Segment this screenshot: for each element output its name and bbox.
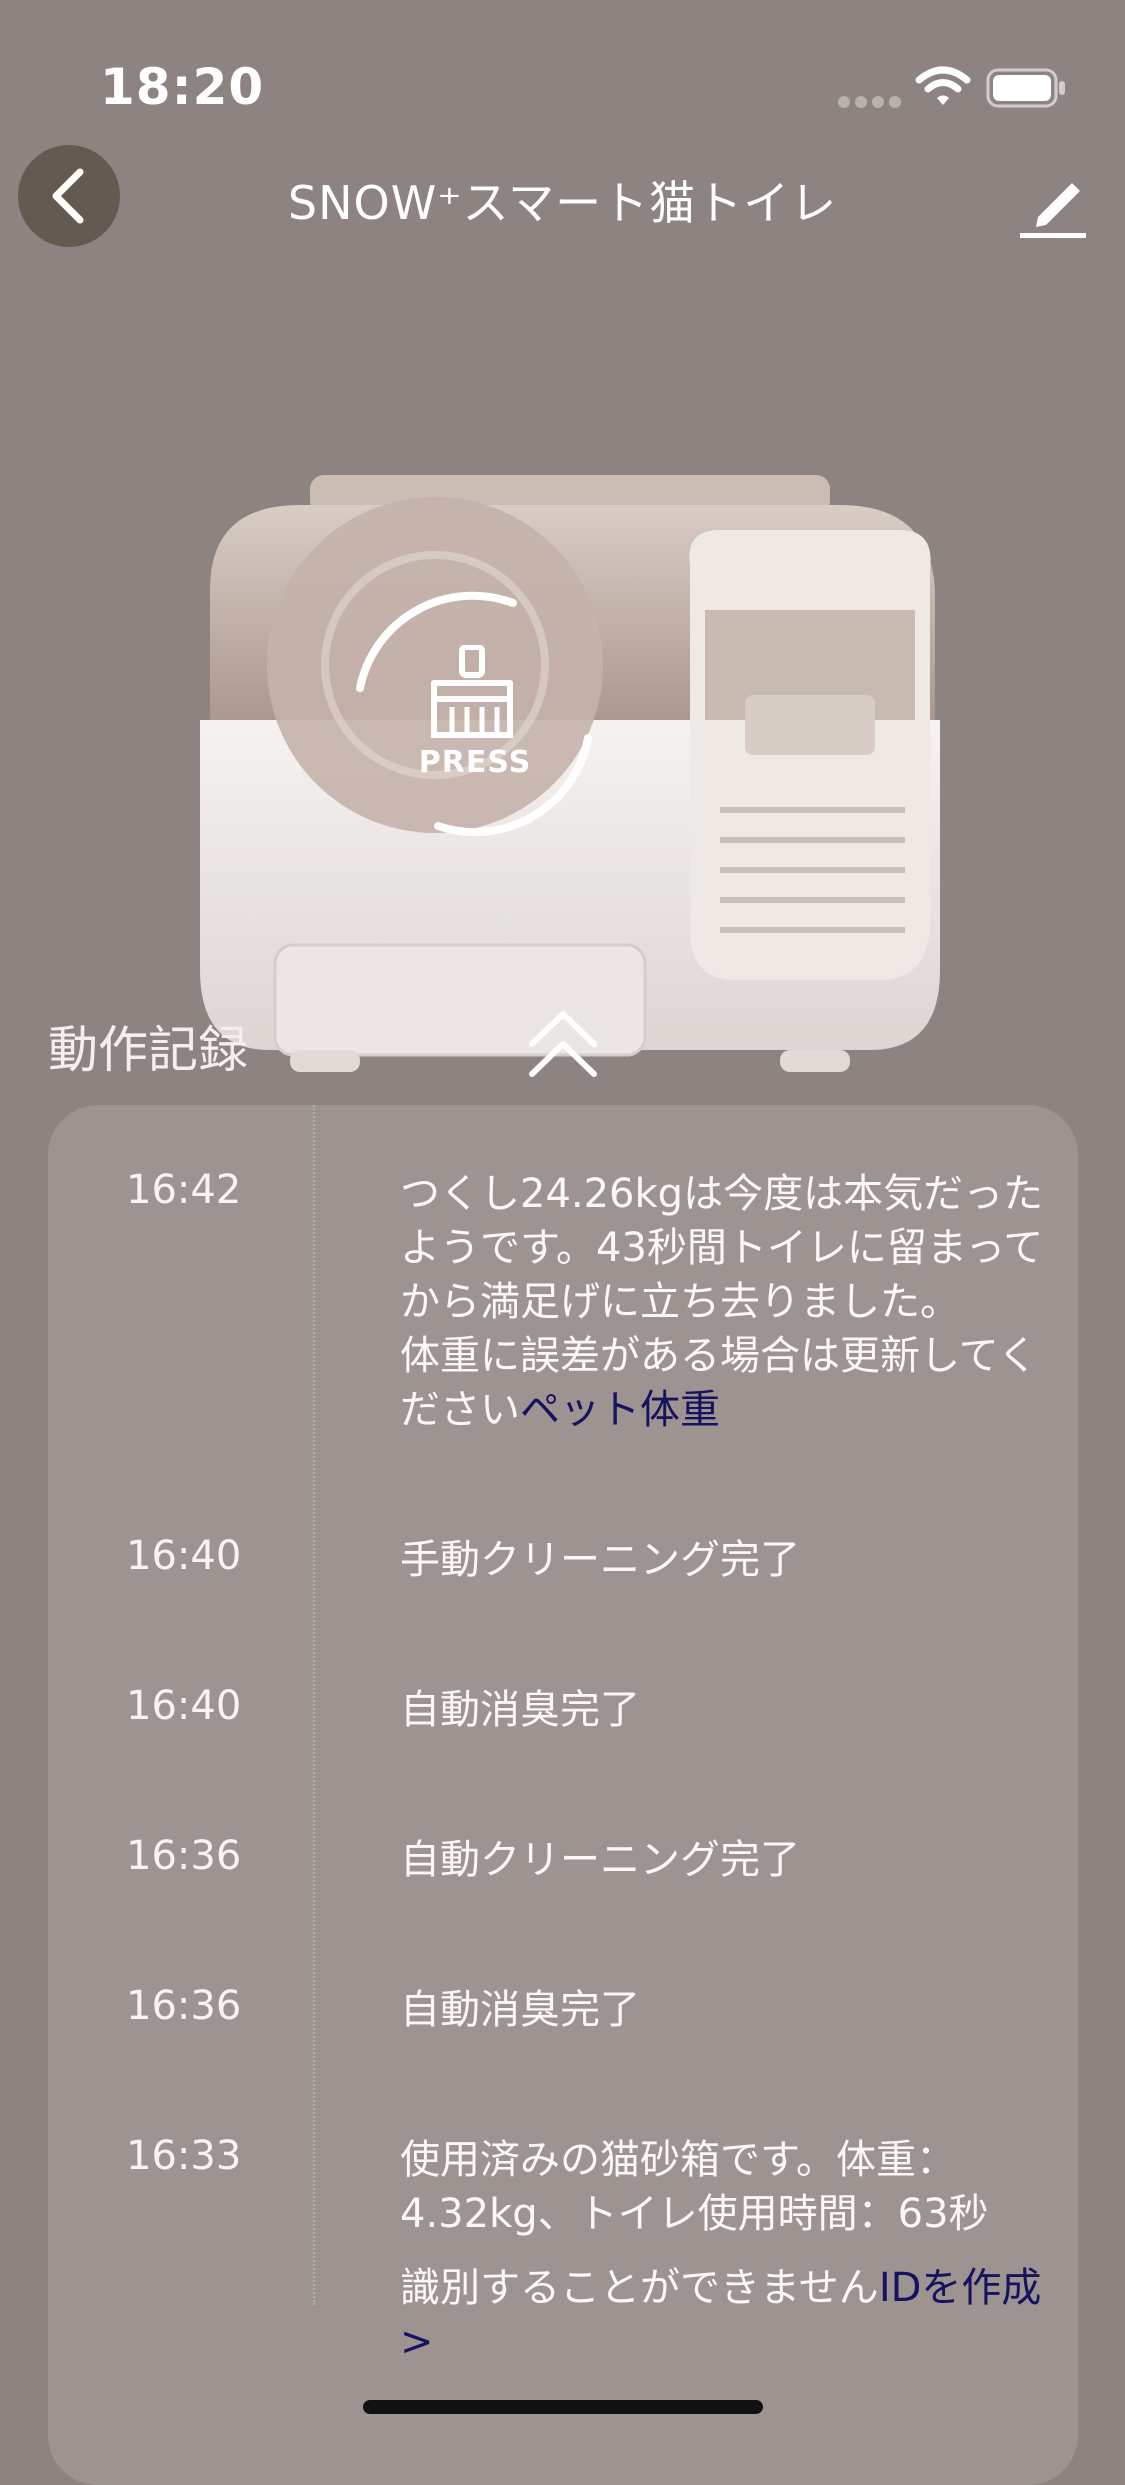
log-time: 16:36 [126,1833,242,1879]
log-time: 16:33 [126,2133,242,2179]
signal-icon [838,96,901,110]
chevron-up-icon[interactable] [528,1010,598,1078]
back-button[interactable] [18,145,120,247]
log-time: 16:42 [126,1167,242,1213]
log-text: 自動消臭完了 [400,1987,640,2033]
edit-icon[interactable] [1014,165,1090,241]
log-message: つくし24.26kgは今度は本気だったようです。43秒間トイレに留まってから満足… [400,1171,1044,1325]
log-text: 使用済みの猫砂箱です。体重：4.32kg、トイレ使用時間：63秒 識別することが… [400,2133,1050,2369]
log-message-note: 識別することができません [400,2265,879,2311]
nav-bar: SNOW⁺スマート猫トイレ [0,145,1125,255]
log-time: 16:36 [126,1983,242,2029]
battery-icon [986,68,1065,108]
home-indicator [363,2400,763,2414]
status-time: 18:20 [100,58,265,116]
log-text: 手動クリーニング完了 [400,1537,800,1583]
log-message: 使用済みの猫砂箱です。体重：4.32kg、トイレ使用時間：63秒 [400,2137,989,2237]
log-text: つくし24.26kgは今度は本気だったようです。43秒間トイレに留まってから満足… [400,1167,1050,1437]
status-bar: 18:20 [0,0,1125,150]
log-text: 自動消臭完了 [400,1687,640,1733]
log-time: 16:40 [126,1683,242,1729]
press-label: PRESS [418,745,532,780]
back-icon [52,168,84,224]
activity-log-panel[interactable]: 16:42 つくし24.26kgは今度は本気だったようです。43秒間トイレに留ま… [48,1105,1078,2485]
wifi-icon [915,66,971,105]
section-title: 動作記録 [48,1021,248,1079]
log-time: 16:40 [126,1533,242,1579]
timeline-line [313,1105,315,2305]
broom-icon[interactable] [422,645,522,739]
log-text: 自動クリーニング完了 [400,1837,800,1883]
page-title: SNOW⁺スマート猫トイレ [287,176,838,230]
pet-weight-link[interactable]: ペット体重 [520,1387,720,1433]
